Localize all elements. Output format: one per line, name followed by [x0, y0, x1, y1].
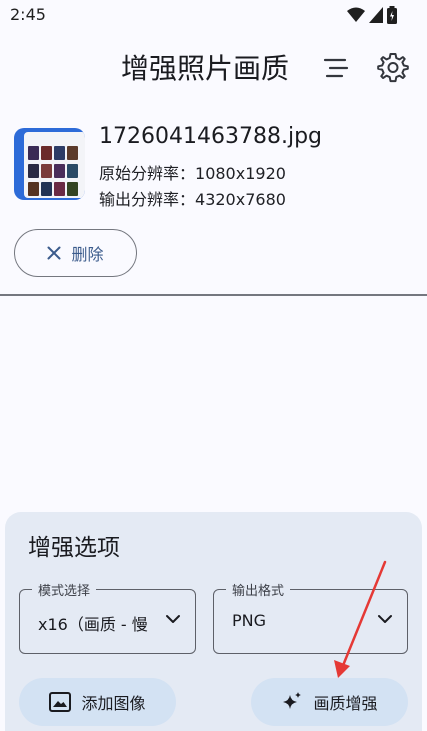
output-resolution-label: 输出分辨率： [99, 190, 196, 209]
mode-select-value: x16（画质 - 慢） [38, 615, 148, 634]
signal-icon [369, 7, 383, 23]
battery-icon [387, 6, 397, 24]
output-resolution-value: 4320x7680 [195, 190, 286, 209]
enhance-button[interactable]: 画质增强 [251, 678, 408, 726]
file-name: 1726041463788.jpg [99, 124, 322, 149]
status-time: 2:45 [10, 5, 46, 24]
status-icons [347, 6, 397, 24]
image-icon [49, 692, 72, 712]
original-resolution-value: 1080x1920 [195, 164, 286, 183]
status-bar: 2:45 [0, 0, 427, 30]
options-title: 增强选项 [28, 535, 120, 561]
page-title: 增强照片画质 [121, 52, 290, 85]
sparkle-icon [283, 692, 302, 709]
image-thumbnail [14, 128, 85, 200]
output-resolution: 输出分辨率：4320x7680 [99, 186, 286, 210]
menu-button[interactable] [318, 50, 354, 86]
sort-lines-icon [323, 58, 349, 78]
mode-select[interactable]: 模式选择 x16（画质 - 慢） [19, 580, 196, 654]
format-select[interactable]: 输出格式 PNG [213, 580, 408, 654]
wifi-icon [347, 7, 365, 22]
format-select-value: PNG [232, 611, 267, 630]
mode-select-label: 模式选择 [32, 580, 97, 599]
chevron-down-icon [378, 615, 392, 623]
add-image-label: 添加图像 [81, 694, 146, 713]
divider [0, 294, 427, 296]
format-select-label: 输出格式 [226, 580, 291, 599]
enhance-label: 画质增强 [313, 694, 378, 713]
add-image-button[interactable]: 添加图像 [19, 678, 176, 726]
chevron-down-icon [166, 615, 180, 623]
original-resolution: 原始分辨率：1080x1920 [99, 160, 286, 184]
settings-button[interactable] [374, 48, 412, 86]
gear-icon [377, 53, 409, 83]
delete-button-label: 删除 [71, 245, 104, 264]
delete-button[interactable]: 删除 [14, 229, 137, 277]
close-icon [47, 246, 61, 260]
original-resolution-label: 原始分辨率： [99, 164, 196, 183]
